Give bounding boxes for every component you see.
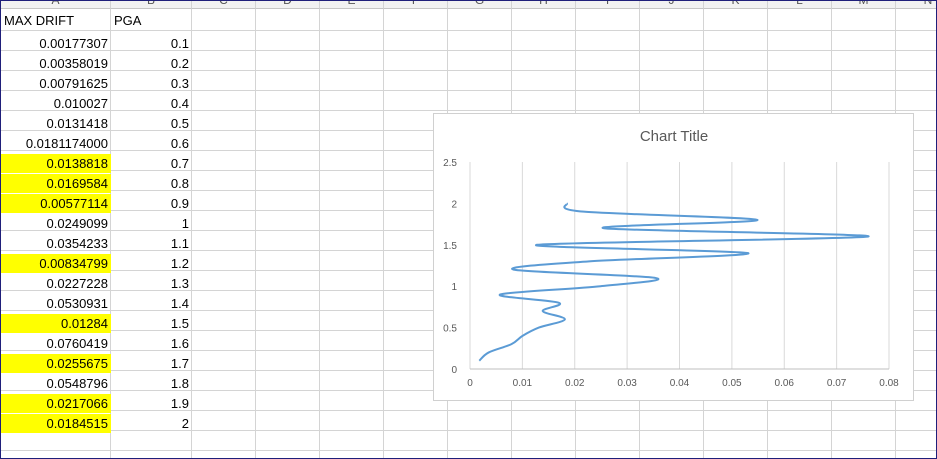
cell-max-drift[interactable]: 0.00358019 <box>1 54 111 73</box>
x-tick-label: 0.01 <box>513 378 533 389</box>
cell-pga[interactable]: 0.1 <box>111 34 192 53</box>
column-header-n[interactable]: N <box>896 1 936 9</box>
cell-pga[interactable]: 0.7 <box>111 154 192 173</box>
series-line <box>478 202 870 362</box>
cell-pga[interactable]: 2 <box>111 414 192 433</box>
cell-max-drift[interactable]: 0.0184515 <box>1 414 111 433</box>
chart[interactable]: Chart Title 0 0.01 0.02 0.03 0.04 0.05 0.06 0.07… <box>433 113 914 401</box>
column-header-g[interactable]: G <box>448 1 512 9</box>
cell-max-drift[interactable]: 0.00577114 <box>1 194 111 213</box>
x-tick-label: 0.08 <box>879 378 899 389</box>
x-tick-label: 0.02 <box>565 378 585 389</box>
cell-pga[interactable]: 1.7 <box>111 354 192 373</box>
cell-max-drift[interactable]: 0.01284 <box>1 314 111 333</box>
y-tick-label: 0.5 <box>443 324 457 335</box>
gridline-horizontal <box>1 30 936 31</box>
cell-max-drift[interactable]: 0.0181174000 <box>1 134 111 153</box>
header-max-drift[interactable]: MAX DRIFT <box>1 11 111 30</box>
x-tick-label: 0.05 <box>722 378 742 389</box>
cell-pga[interactable]: 1.1 <box>111 234 192 253</box>
cell-max-drift[interactable]: 0.0255675 <box>1 354 111 373</box>
y-tick-label: 2 <box>451 199 457 210</box>
x-tick-label: 0 <box>467 378 473 389</box>
column-header-j[interactable]: J <box>640 1 704 9</box>
gridline-horizontal <box>1 450 936 451</box>
x-tick-label: 0.03 <box>617 378 637 389</box>
cell-max-drift[interactable]: 0.00177307 <box>1 34 111 53</box>
chart-title: Chart Title <box>640 128 708 145</box>
chart-svg: Chart Title 0 0.01 0.02 0.03 0.04 0.05 0.06 0.07… <box>443 128 899 389</box>
cell-pga[interactable]: 1.3 <box>111 274 192 293</box>
column-header-c[interactable]: C <box>192 1 256 9</box>
y-tick-label: 0 <box>451 365 457 376</box>
cell-pga[interactable]: 0.4 <box>111 94 192 113</box>
column-header-i[interactable]: I <box>576 1 640 9</box>
column-header-l[interactable]: L <box>768 1 832 9</box>
x-tick-label: 0.06 <box>775 378 795 389</box>
cell-pga[interactable]: 1.9 <box>111 394 192 413</box>
column-header-b[interactable]: B <box>111 1 192 9</box>
cell-pga[interactable]: 0.8 <box>111 174 192 193</box>
cell-pga[interactable]: 1.2 <box>111 254 192 273</box>
cell-max-drift[interactable]: 0.00834799 <box>1 254 111 273</box>
cell-pga[interactable]: 1 <box>111 214 192 233</box>
cell-max-drift[interactable]: 0.010027 <box>1 94 111 113</box>
spreadsheet-window: ABCDEFGHIJKLMN MAX DRIFT PGA 0.00177307 0… <box>0 0 937 459</box>
column-header-e[interactable]: E <box>320 1 384 9</box>
column-header-m[interactable]: M <box>832 1 896 9</box>
cell-max-drift[interactable]: 0.0217066 <box>1 394 111 413</box>
cell-pga[interactable]: 1.5 <box>111 314 192 333</box>
x-tick-label: 0.04 <box>670 378 690 389</box>
x-tick-label: 0.07 <box>827 378 847 389</box>
cell-max-drift[interactable]: 0.0169584 <box>1 174 111 193</box>
column-header-h[interactable]: H <box>512 1 576 9</box>
cell-pga[interactable]: 0.2 <box>111 54 192 73</box>
cell-max-drift[interactable]: 0.0138818 <box>1 154 111 173</box>
cell-max-drift[interactable]: 0.0354233 <box>1 234 111 253</box>
cell-max-drift[interactable]: 0.0530931 <box>1 294 111 313</box>
y-tick-label: 2.5 <box>443 158 457 169</box>
cell-max-drift[interactable]: 0.0249099 <box>1 214 111 233</box>
cell-pga[interactable]: 0.9 <box>111 194 192 213</box>
y-tick-label: 1.5 <box>443 241 457 252</box>
cell-max-drift[interactable]: 0.00791625 <box>1 74 111 93</box>
header-pga[interactable]: PGA <box>111 11 192 30</box>
cell-pga[interactable]: 0.5 <box>111 114 192 133</box>
cell-max-drift[interactable]: 0.0227228 <box>1 274 111 293</box>
cell-pga[interactable]: 1.4 <box>111 294 192 313</box>
cell-pga[interactable]: 1.8 <box>111 374 192 393</box>
cell-pga[interactable]: 1.6 <box>111 334 192 353</box>
column-header-f[interactable]: F <box>384 1 448 9</box>
y-tick-label: 1 <box>451 282 457 293</box>
column-header-a[interactable]: A <box>1 1 111 9</box>
column-header-k[interactable]: K <box>704 1 768 9</box>
cell-pga[interactable]: 0.6 <box>111 134 192 153</box>
cell-pga[interactable]: 0.3 <box>111 74 192 93</box>
cell-max-drift[interactable]: 0.0131418 <box>1 114 111 133</box>
cell-max-drift[interactable]: 0.0760419 <box>1 334 111 353</box>
column-header-d[interactable]: D <box>256 1 320 9</box>
cell-max-drift[interactable]: 0.0548796 <box>1 374 111 393</box>
